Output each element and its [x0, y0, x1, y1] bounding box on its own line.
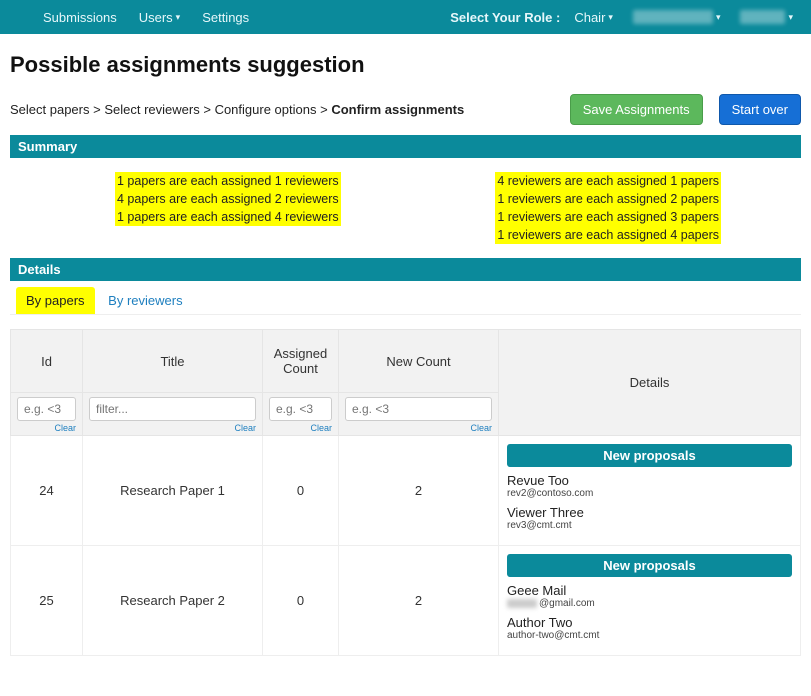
table-row: 24Research Paper 102 New proposals Revue T… — [11, 436, 801, 546]
filter-new-input[interactable] — [345, 397, 492, 421]
reviewer-email: rev2@contoso.com — [507, 488, 792, 499]
cell-title: Research Paper 1 — [83, 436, 263, 546]
details-header: Details — [10, 258, 801, 281]
table-row: 25Research Paper 202 New proposals Geee Ma… — [11, 546, 801, 656]
cell-details: New proposals Revue Toorev2@contoso.com Vi… — [499, 436, 801, 546]
col-header-id[interactable]: Id — [11, 330, 83, 393]
role-select[interactable]: Chair▾ — [568, 6, 619, 29]
col-header-title[interactable]: Title — [83, 330, 263, 393]
summary-header: Summary — [10, 135, 801, 158]
crumb-configure-options[interactable]: Configure options — [215, 102, 317, 117]
chevron-down-icon: ▾ — [608, 12, 613, 23]
conference-select[interactable]: ▾ — [627, 6, 727, 28]
col-header-new-count[interactable]: New Count — [339, 330, 499, 393]
summary-line: 4 papers are each assigned 2 reviewers — [115, 190, 341, 208]
reviewer-name: Author Two — [507, 615, 792, 630]
clear-new-filter[interactable]: Clear — [345, 423, 492, 433]
summary-body: 1 papers are each assigned 1 reviewers4 … — [10, 158, 801, 258]
summary-line: 1 reviewers are each assigned 2 papers — [495, 190, 721, 208]
summary-line: 1 papers are each assigned 4 reviewers — [115, 208, 341, 226]
tab-by-reviewers[interactable]: By reviewers — [98, 287, 192, 314]
col-header-assigned-count[interactable]: Assigned Count — [263, 330, 339, 393]
nav-submissions[interactable]: Submissions — [37, 6, 123, 29]
cell-new-count: 2 — [339, 546, 499, 656]
reviewer-item: Viewer Threerev3@cmt.cmt — [507, 505, 792, 531]
cell-new-count: 2 — [339, 436, 499, 546]
role-label: Select Your Role : — [450, 10, 560, 25]
cell-title: Research Paper 2 — [83, 546, 263, 656]
papers-table: Id Title Assigned Count New Count Detail… — [10, 329, 801, 656]
filter-title-input[interactable] — [89, 397, 256, 421]
user-menu[interactable]: ▾ — [734, 6, 799, 28]
page-title: Possible assignments suggestion — [10, 52, 801, 78]
breadcrumb: Select papers > Select reviewers > Confi… — [10, 102, 464, 117]
cell-assigned-count: 0 — [263, 436, 339, 546]
reviewer-item: Geee Mail@gmail.com — [507, 583, 792, 609]
reviewer-name: Viewer Three — [507, 505, 792, 520]
chevron-down-icon: ▾ — [176, 12, 181, 23]
tabs: By papers By reviewers — [10, 281, 801, 315]
filter-assigned-input[interactable] — [269, 397, 332, 421]
cell-id: 25 — [11, 546, 83, 656]
chevron-down-icon: ▾ — [716, 12, 721, 23]
start-over-button[interactable]: Start over — [719, 94, 801, 125]
reviewer-email: rev3@cmt.cmt — [507, 520, 792, 531]
summary-reviewers: 4 reviewers are each assigned 1 papers1 … — [495, 172, 721, 244]
clear-assigned-filter[interactable]: Clear — [269, 423, 332, 433]
summary-line: 1 reviewers are each assigned 4 papers — [495, 226, 721, 244]
clear-id-filter[interactable]: Clear — [17, 423, 76, 433]
crumb-select-papers[interactable]: Select papers — [10, 102, 90, 117]
new-proposals-header: New proposals — [507, 554, 792, 577]
reviewer-email: author-two@cmt.cmt — [507, 630, 792, 641]
cell-id: 24 — [11, 436, 83, 546]
reviewer-name: Revue Too — [507, 473, 792, 488]
filter-id-input[interactable] — [17, 397, 76, 421]
reviewer-item: Revue Toorev2@contoso.com — [507, 473, 792, 499]
summary-papers: 1 papers are each assigned 1 reviewers4 … — [115, 172, 341, 244]
summary-line: 1 reviewers are each assigned 3 papers — [495, 208, 721, 226]
reviewer-email: @gmail.com — [507, 598, 792, 609]
crumb-confirm-assignments: Confirm assignments — [331, 102, 464, 117]
top-nav: Submissions Users▾ Settings Select Your … — [0, 0, 811, 34]
new-proposals-header: New proposals — [507, 444, 792, 467]
col-header-details: Details — [499, 330, 801, 436]
nav-users[interactable]: Users▾ — [133, 6, 186, 29]
crumb-select-reviewers[interactable]: Select reviewers — [104, 102, 199, 117]
summary-line: 4 reviewers are each assigned 1 papers — [495, 172, 721, 190]
cell-details: New proposals Geee Mail@gmail.com Author T… — [499, 546, 801, 656]
cell-assigned-count: 0 — [263, 546, 339, 656]
reviewer-name: Geee Mail — [507, 583, 792, 598]
summary-line: 1 papers are each assigned 1 reviewers — [115, 172, 341, 190]
clear-title-filter[interactable]: Clear — [89, 423, 256, 433]
tab-by-papers[interactable]: By papers — [16, 287, 95, 314]
nav-settings[interactable]: Settings — [196, 6, 255, 29]
chevron-down-icon: ▾ — [788, 12, 793, 23]
reviewer-item: Author Twoauthor-two@cmt.cmt — [507, 615, 792, 641]
save-assignments-button[interactable]: Save Assignments — [570, 94, 703, 125]
